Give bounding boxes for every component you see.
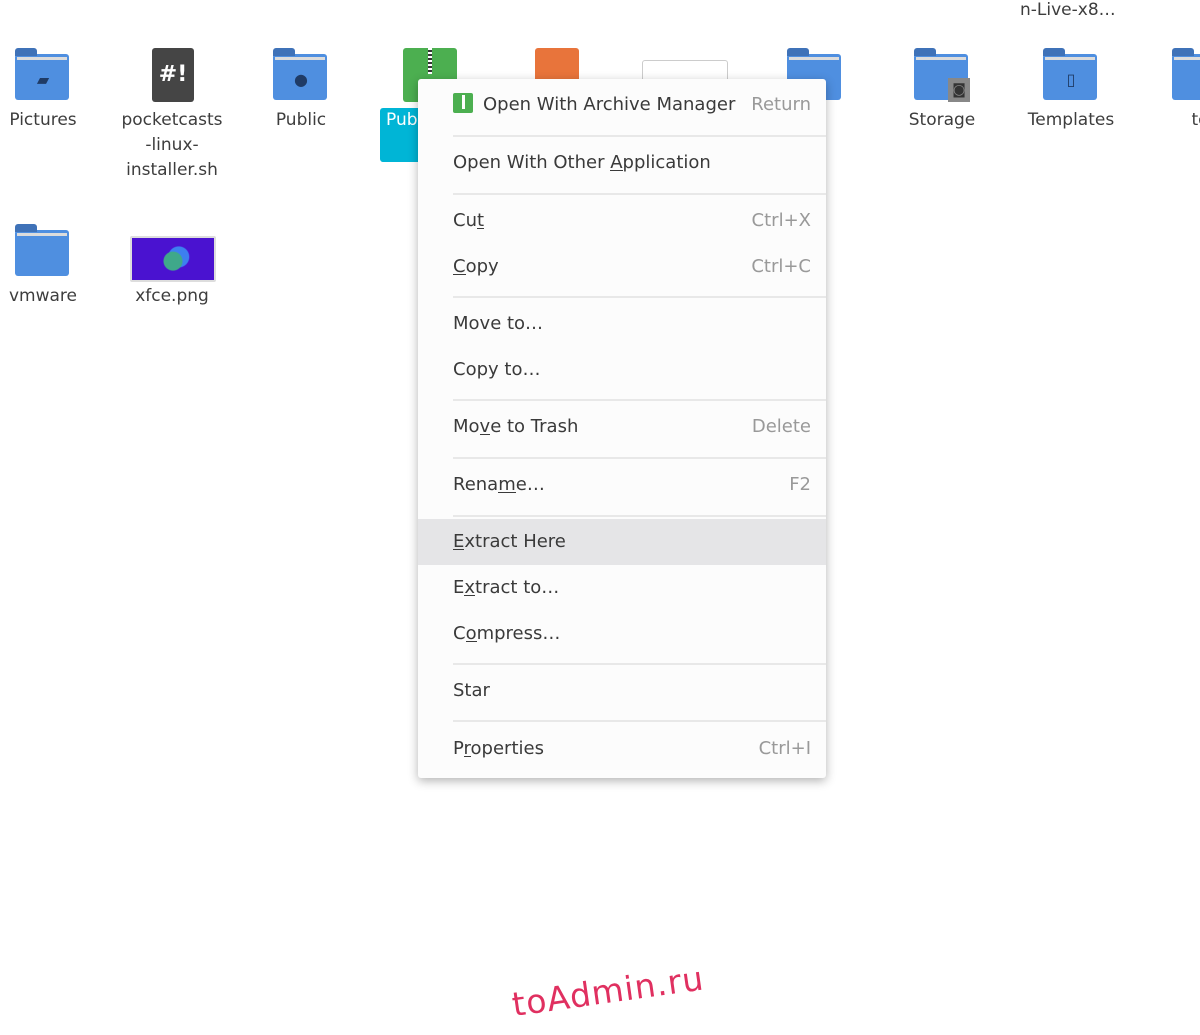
icon-label: xfce.png bbox=[135, 286, 209, 306]
image-icon bbox=[130, 224, 216, 282]
mnemonic-underline bbox=[453, 274, 466, 275]
menu-item-star[interactable]: Star bbox=[418, 668, 826, 714]
menu-item-label: Extract Here bbox=[453, 531, 566, 552]
menu-separator bbox=[453, 663, 826, 665]
document-icon: ▯ bbox=[1066, 70, 1076, 89]
desktop-icon-pictures[interactable]: ▰ Pictures bbox=[0, 48, 103, 133]
desktop-icon-te[interactable]: te bbox=[1140, 48, 1200, 133]
menu-separator bbox=[453, 515, 826, 517]
menu-item-properties[interactable]: Properties Ctrl+I bbox=[418, 726, 826, 772]
menu-item-shortcut: Ctrl+C bbox=[751, 256, 811, 277]
menu-item-extract-here[interactable]: Extract Here bbox=[418, 519, 826, 565]
menu-item-copy-to[interactable]: Copy to… bbox=[418, 347, 826, 393]
icon-label: vmware bbox=[8, 286, 78, 306]
watermark: toAdmin.ru bbox=[509, 958, 707, 1024]
menu-separator bbox=[453, 457, 826, 459]
folder-icon: ▰ bbox=[15, 48, 71, 104]
icon-label: te bbox=[1191, 110, 1200, 130]
folder-icon: ● bbox=[273, 48, 329, 104]
context-menu: Open With Archive Manager Return Open With… bbox=[418, 79, 826, 778]
menu-item-label: Open With Archive Manager bbox=[483, 94, 736, 115]
desktop-icon-templates[interactable]: ▯ Templates bbox=[1011, 48, 1131, 133]
menu-separator bbox=[453, 135, 826, 137]
folder-icon: ▯ bbox=[1043, 48, 1099, 104]
menu-item-shortcut: Ctrl+I bbox=[758, 738, 811, 759]
menu-separator bbox=[453, 399, 826, 401]
menu-item-shortcut: Return bbox=[751, 94, 811, 115]
archive-manager-icon bbox=[453, 93, 473, 113]
menu-item-open-with-other-application[interactable]: Open With Other Application bbox=[418, 140, 826, 186]
desktop-icon-pocketcasts[interactable]: #! pocketcasts -linux- installer.sh bbox=[112, 48, 232, 183]
mnemonic-underline bbox=[610, 170, 623, 171]
icon-label: Templates bbox=[1027, 110, 1115, 130]
icon-label: Pictures bbox=[9, 110, 77, 130]
menu-separator bbox=[453, 296, 826, 298]
menu-item-label: Move to Trash bbox=[453, 416, 579, 437]
desktop-icon-xfce-png[interactable]: xfce.png bbox=[112, 224, 232, 309]
mnemonic-underline bbox=[453, 549, 465, 550]
mnemonic-underline bbox=[476, 228, 485, 229]
menu-item-cut[interactable]: Cut Ctrl+X bbox=[418, 198, 826, 244]
menu-item-move-to[interactable]: Move to… bbox=[418, 301, 826, 347]
mnemonic-underline bbox=[464, 595, 476, 596]
menu-item-shortcut: Delete bbox=[751, 416, 811, 437]
mnemonic-underline bbox=[498, 492, 516, 493]
menu-item-shortcut: Ctrl+X bbox=[751, 210, 811, 231]
menu-item-label: Open With Other Application bbox=[453, 152, 711, 173]
icon-label: Storage bbox=[908, 110, 976, 130]
desktop-icon-public[interactable]: ● Public bbox=[241, 48, 361, 133]
drive-icon: ◙ bbox=[948, 78, 970, 102]
mnemonic-underline bbox=[463, 756, 471, 757]
menu-item-copy[interactable]: Copy Ctrl+C bbox=[418, 244, 826, 290]
mnemonic-underline bbox=[465, 641, 477, 642]
menu-item-rename[interactable]: Rename… F2 bbox=[418, 462, 826, 508]
menu-item-label: Move to… bbox=[453, 313, 544, 334]
menu-item-open-with-archive-manager[interactable]: Open With Archive Manager Return bbox=[418, 82, 826, 128]
menu-item-label: Star bbox=[453, 680, 490, 701]
menu-separator bbox=[453, 720, 826, 722]
menu-item-extract-to[interactable]: Extract to… bbox=[418, 565, 826, 611]
menu-item-label: Copy to… bbox=[453, 359, 541, 380]
person-icon: ● bbox=[294, 70, 308, 89]
mnemonic-underline bbox=[479, 434, 491, 435]
menu-item-shortcut: F2 bbox=[789, 474, 811, 495]
desktop-icon-storage[interactable]: ◙ Storage bbox=[882, 48, 1002, 133]
icon-label: pocketcasts -linux- installer.sh bbox=[121, 110, 223, 180]
folder-icon: ◙ bbox=[914, 48, 970, 104]
menu-separator bbox=[453, 193, 826, 195]
menu-item-move-to-trash[interactable]: Move to Trash Delete bbox=[418, 404, 826, 450]
icon-label: Public bbox=[275, 110, 327, 130]
desktop-icon-vmware[interactable]: vmware bbox=[0, 224, 103, 309]
top-truncated-label: n-Live-x8… bbox=[1020, 0, 1116, 20]
image-icon: ▰ bbox=[36, 70, 50, 89]
folder-icon bbox=[15, 224, 71, 280]
folder-icon bbox=[1172, 48, 1200, 104]
menu-item-compress[interactable]: Compress… bbox=[418, 611, 826, 657]
script-icon: #! bbox=[144, 48, 200, 104]
